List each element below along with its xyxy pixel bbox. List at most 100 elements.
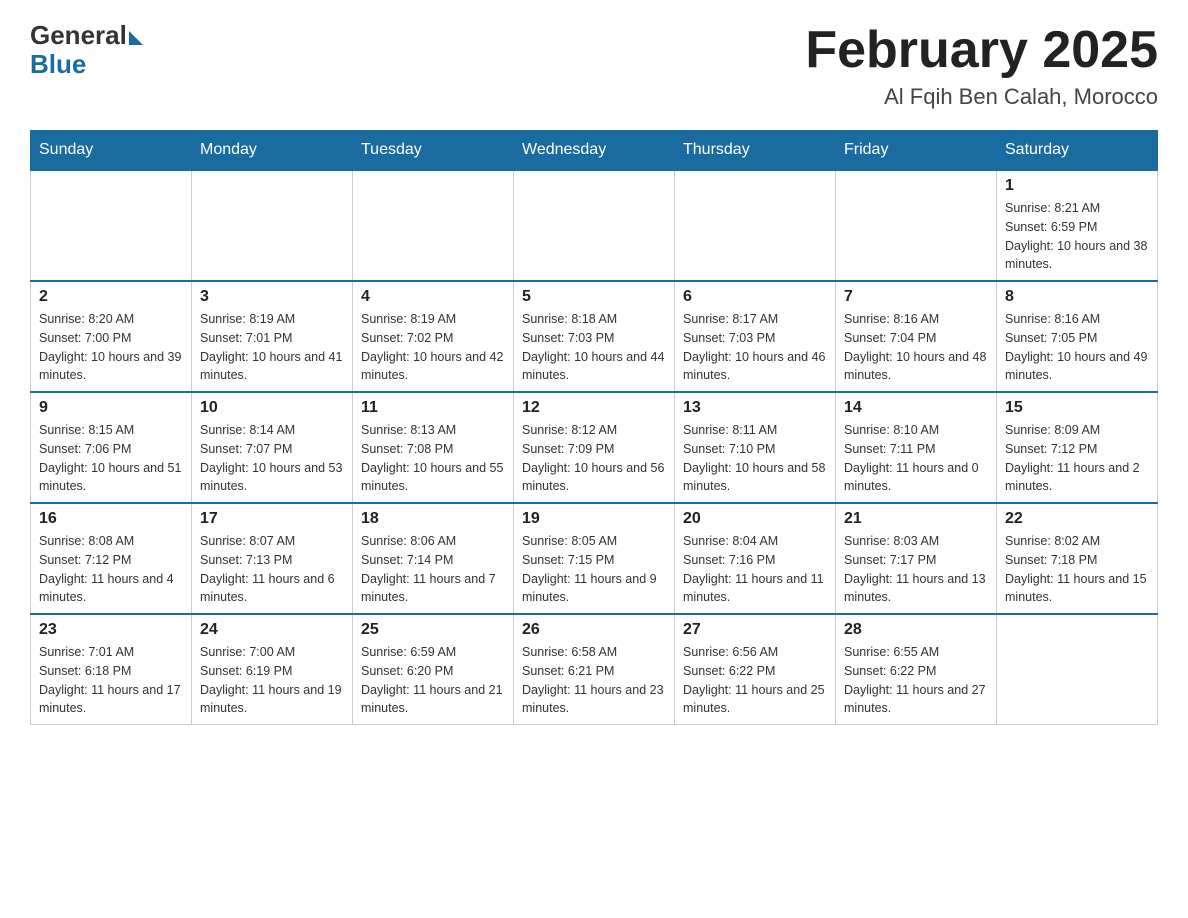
calendar-cell: 25 Sunrise: 6:59 AM Sunset: 6:20 PM Dayli… — [353, 614, 514, 725]
calendar-cell — [514, 170, 675, 281]
day-info: Sunrise: 8:20 AM Sunset: 7:00 PM Dayligh… — [39, 310, 183, 385]
day-of-week-saturday: Saturday — [997, 131, 1158, 171]
day-number: 17 — [200, 510, 344, 528]
day-number: 18 — [361, 510, 505, 528]
day-info: Sunrise: 8:15 AM Sunset: 7:06 PM Dayligh… — [39, 421, 183, 496]
day-info: Sunrise: 6:55 AM Sunset: 6:22 PM Dayligh… — [844, 643, 988, 718]
day-number: 7 — [844, 288, 988, 306]
logo-arrow-icon — [129, 31, 143, 45]
day-number: 12 — [522, 399, 666, 417]
calendar-cell: 16 Sunrise: 8:08 AM Sunset: 7:12 PM Dayli… — [31, 503, 192, 614]
day-number: 8 — [1005, 288, 1149, 306]
day-number: 25 — [361, 621, 505, 639]
month-title: February 2025 — [805, 20, 1158, 80]
day-number: 20 — [683, 510, 827, 528]
day-number: 27 — [683, 621, 827, 639]
calendar-cell: 18 Sunrise: 8:06 AM Sunset: 7:14 PM Dayli… — [353, 503, 514, 614]
day-info: Sunrise: 8:17 AM Sunset: 7:03 PM Dayligh… — [683, 310, 827, 385]
day-number: 10 — [200, 399, 344, 417]
title-section: February 2025 Al Fqih Ben Calah, Morocco — [805, 20, 1158, 110]
calendar-cell: 10 Sunrise: 8:14 AM Sunset: 7:07 PM Dayli… — [192, 392, 353, 503]
day-info: Sunrise: 6:56 AM Sunset: 6:22 PM Dayligh… — [683, 643, 827, 718]
calendar-cell: 2 Sunrise: 8:20 AM Sunset: 7:00 PM Daylig… — [31, 281, 192, 392]
calendar-cell — [836, 170, 997, 281]
calendar-cell: 22 Sunrise: 8:02 AM Sunset: 7:18 PM Dayli… — [997, 503, 1158, 614]
week-row-5: 23Sunrise: 7:01 AM Sunset: 6:18 PM Dayli… — [31, 614, 1158, 725]
calendar-cell: 21 Sunrise: 8:03 AM Sunset: 7:17 PM Dayli… — [836, 503, 997, 614]
calendar-cell — [353, 170, 514, 281]
calendar-cell: 14 Sunrise: 8:10 AM Sunset: 7:11 PM Dayli… — [836, 392, 997, 503]
day-number: 9 — [39, 399, 183, 417]
day-number: 1 — [1005, 177, 1149, 195]
calendar-cell: 27 Sunrise: 6:56 AM Sunset: 6:22 PM Dayli… — [675, 614, 836, 725]
day-number: 21 — [844, 510, 988, 528]
day-info: Sunrise: 6:59 AM Sunset: 6:20 PM Dayligh… — [361, 643, 505, 718]
calendar-cell — [31, 170, 192, 281]
day-info: Sunrise: 8:07 AM Sunset: 7:13 PM Dayligh… — [200, 532, 344, 607]
day-of-week-wednesday: Wednesday — [514, 131, 675, 171]
calendar-cell: 9 Sunrise: 8:15 AM Sunset: 7:06 PM Daylig… — [31, 392, 192, 503]
day-info: Sunrise: 8:09 AM Sunset: 7:12 PM Dayligh… — [1005, 421, 1149, 496]
calendar-cell: 20 Sunrise: 8:04 AM Sunset: 7:16 PM Dayli… — [675, 503, 836, 614]
day-info: Sunrise: 8:18 AM Sunset: 7:03 PM Dayligh… — [522, 310, 666, 385]
day-of-week-friday: Friday — [836, 131, 997, 171]
day-of-week-tuesday: Tuesday — [353, 131, 514, 171]
week-row-1: 1 Sunrise: 8:21 AM Sunset: 6:59 PM Daylig… — [31, 170, 1158, 281]
calendar-cell: 12Sunrise: 8:12 AM Sunset: 7:09 PM Dayli… — [514, 392, 675, 503]
day-number: 3 — [200, 288, 344, 306]
day-info: Sunrise: 8:21 AM Sunset: 6:59 PM Dayligh… — [1005, 199, 1149, 274]
day-info: Sunrise: 8:11 AM Sunset: 7:10 PM Dayligh… — [683, 421, 827, 496]
day-number: 14 — [844, 399, 988, 417]
day-info: Sunrise: 8:02 AM Sunset: 7:18 PM Dayligh… — [1005, 532, 1149, 607]
calendar-cell: 23Sunrise: 7:01 AM Sunset: 6:18 PM Dayli… — [31, 614, 192, 725]
calendar-cell: 15 Sunrise: 8:09 AM Sunset: 7:12 PM Dayli… — [997, 392, 1158, 503]
week-row-2: 2 Sunrise: 8:20 AM Sunset: 7:00 PM Daylig… — [31, 281, 1158, 392]
day-info: Sunrise: 8:06 AM Sunset: 7:14 PM Dayligh… — [361, 532, 505, 607]
page-header: General Blue February 2025 Al Fqih Ben C… — [30, 20, 1158, 110]
calendar-cell: 3Sunrise: 8:19 AM Sunset: 7:01 PM Daylig… — [192, 281, 353, 392]
calendar-cell: 7 Sunrise: 8:16 AM Sunset: 7:04 PM Daylig… — [836, 281, 997, 392]
calendar-cell: 11 Sunrise: 8:13 AM Sunset: 7:08 PM Dayli… — [353, 392, 514, 503]
day-number: 4 — [361, 288, 505, 306]
day-info: Sunrise: 8:08 AM Sunset: 7:12 PM Dayligh… — [39, 532, 183, 607]
day-info: Sunrise: 7:01 AM Sunset: 6:18 PM Dayligh… — [39, 643, 183, 718]
day-number: 19 — [522, 510, 666, 528]
day-info: Sunrise: 8:16 AM Sunset: 7:05 PM Dayligh… — [1005, 310, 1149, 385]
calendar-cell — [675, 170, 836, 281]
day-number: 16 — [39, 510, 183, 528]
calendar-cell: 5 Sunrise: 8:18 AM Sunset: 7:03 PM Daylig… — [514, 281, 675, 392]
day-number: 15 — [1005, 399, 1149, 417]
day-info: Sunrise: 8:13 AM Sunset: 7:08 PM Dayligh… — [361, 421, 505, 496]
calendar-cell: 26 Sunrise: 6:58 AM Sunset: 6:21 PM Dayli… — [514, 614, 675, 725]
calendar-table: SundayMondayTuesdayWednesdayThursdayFrid… — [30, 130, 1158, 725]
day-info: Sunrise: 8:05 AM Sunset: 7:15 PM Dayligh… — [522, 532, 666, 607]
day-of-week-sunday: Sunday — [31, 131, 192, 171]
location-title: Al Fqih Ben Calah, Morocco — [805, 84, 1158, 110]
day-number: 22 — [1005, 510, 1149, 528]
calendar-cell: 28 Sunrise: 6:55 AM Sunset: 6:22 PM Dayli… — [836, 614, 997, 725]
day-number: 28 — [844, 621, 988, 639]
day-number: 24 — [200, 621, 344, 639]
calendar-header-row: SundayMondayTuesdayWednesdayThursdayFrid… — [31, 131, 1158, 171]
calendar-cell: 19 Sunrise: 8:05 AM Sunset: 7:15 PM Dayli… — [514, 503, 675, 614]
logo: General Blue — [30, 20, 143, 80]
logo-general-text: General — [30, 20, 127, 51]
day-info: Sunrise: 7:00 AM Sunset: 6:19 PM Dayligh… — [200, 643, 344, 718]
day-number: 5 — [522, 288, 666, 306]
day-number: 26 — [522, 621, 666, 639]
day-info: Sunrise: 8:03 AM Sunset: 7:17 PM Dayligh… — [844, 532, 988, 607]
logo-blue-text: Blue — [30, 49, 86, 80]
day-of-week-monday: Monday — [192, 131, 353, 171]
week-row-3: 9 Sunrise: 8:15 AM Sunset: 7:06 PM Daylig… — [31, 392, 1158, 503]
day-info: Sunrise: 6:58 AM Sunset: 6:21 PM Dayligh… — [522, 643, 666, 718]
day-number: 2 — [39, 288, 183, 306]
calendar-cell: 4Sunrise: 8:19 AM Sunset: 7:02 PM Daylig… — [353, 281, 514, 392]
day-number: 11 — [361, 399, 505, 417]
day-info: Sunrise: 8:14 AM Sunset: 7:07 PM Dayligh… — [200, 421, 344, 496]
calendar-cell — [997, 614, 1158, 725]
day-info: Sunrise: 8:04 AM Sunset: 7:16 PM Dayligh… — [683, 532, 827, 607]
calendar-cell — [192, 170, 353, 281]
calendar-cell: 1 Sunrise: 8:21 AM Sunset: 6:59 PM Daylig… — [997, 170, 1158, 281]
day-info: Sunrise: 8:10 AM Sunset: 7:11 PM Dayligh… — [844, 421, 988, 496]
day-info: Sunrise: 8:16 AM Sunset: 7:04 PM Dayligh… — [844, 310, 988, 385]
